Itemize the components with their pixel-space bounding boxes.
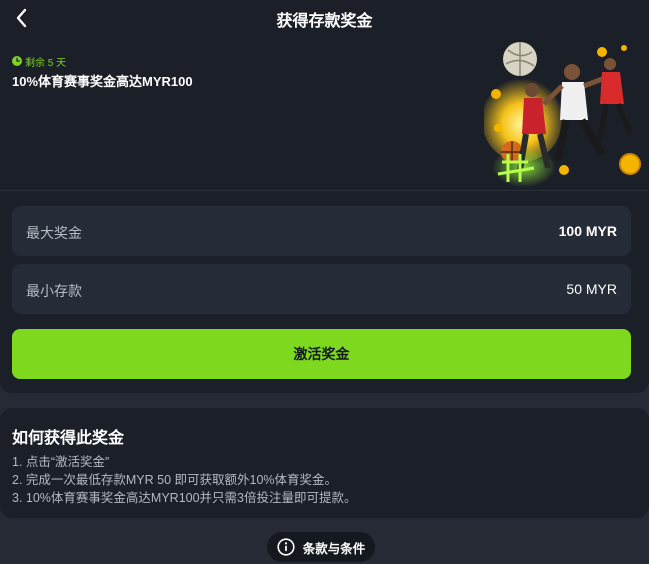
- how-to-step: 1. 点击“激活奖金”: [12, 455, 110, 469]
- min-deposit-row: 最小存款 50 MYR: [12, 264, 631, 314]
- how-to-title: 如何获得此奖金: [12, 430, 125, 447]
- sports-players-illustration: [484, 42, 641, 187]
- promo-title: 10%体育赛事奖金高达MYR100: [12, 74, 193, 89]
- max-bonus-row: 最大奖金 100 MYR: [12, 206, 631, 256]
- clock-icon: [12, 56, 22, 66]
- max-bonus-value: 100 MYR: [558, 223, 617, 239]
- top-bar: 获得存款奖金: [0, 0, 649, 36]
- activate-bonus-button[interactable]: 激活奖金: [12, 329, 631, 379]
- time-remaining-text: 剩余 5 天: [25, 57, 67, 69]
- how-to-step: 2. 完成一次最低存款MYR 50 即可获取额外10%体育奖金。: [12, 473, 338, 487]
- min-deposit-value: 50 MYR: [566, 281, 617, 297]
- time-remaining-badge: 剩余 5 天: [12, 54, 67, 69]
- bonus-card: 剩余 5 天 10%体育赛事奖金高达MYR100 最大奖金 100 MYR 最小…: [0, 36, 649, 393]
- terms-label: 条款与条件: [302, 541, 366, 556]
- terms-and-conditions-button[interactable]: 条款与条件: [267, 532, 375, 562]
- page-title: 获得存款奖金: [276, 13, 373, 30]
- promo-banner: 剩余 5 天 10%体育赛事奖金高达MYR100: [0, 36, 649, 191]
- min-deposit-label: 最小存款: [26, 283, 82, 299]
- how-to-section: 如何获得此奖金 1. 点击“激活奖金” 2. 完成一次最低存款MYR 50 即可…: [0, 408, 649, 518]
- max-bonus-label: 最大奖金: [26, 225, 82, 241]
- how-to-step: 3. 10%体育赛事奖金高达MYR100并只需3倍投注量即可提款。: [12, 491, 357, 505]
- info-icon: [277, 538, 295, 556]
